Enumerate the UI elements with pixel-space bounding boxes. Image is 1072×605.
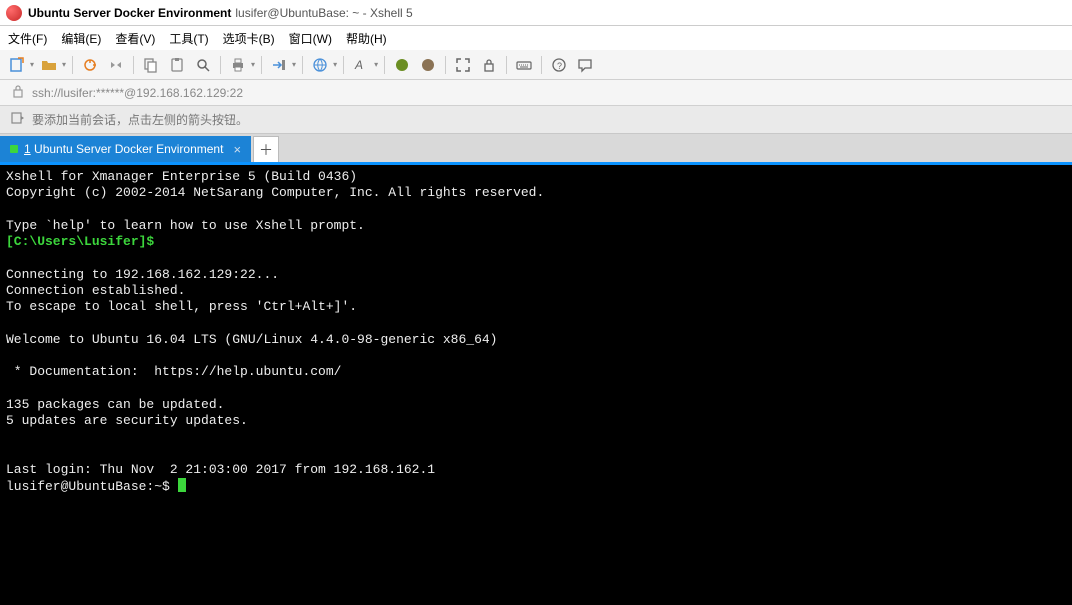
terminal[interactable]: Xshell for Xmanager Enterprise 5 (Build … (0, 165, 1072, 605)
close-tab-icon[interactable]: × (233, 142, 241, 157)
new-session-button[interactable] (6, 54, 28, 76)
term-line: * Documentation: https://help.ubuntu.com… (6, 364, 341, 379)
disconnect-button[interactable] (105, 54, 127, 76)
keyboard-button[interactable] (513, 54, 535, 76)
term-line: Connection established. (6, 283, 185, 298)
svg-text:A: A (354, 58, 363, 72)
menu-help[interactable]: 帮助(H) (346, 30, 387, 47)
term-line: Xshell for Xmanager Enterprise 5 (Build … (6, 169, 357, 184)
separator (384, 56, 385, 74)
help-button[interactable]: ? (548, 54, 570, 76)
tab-label: 1 Ubuntu Server Docker Environment (24, 142, 223, 156)
window-title-session: Ubuntu Server Docker Environment (28, 6, 231, 20)
separator (220, 56, 221, 74)
tab-strip: 1 Ubuntu Server Docker Environment × ＋ (0, 134, 1072, 162)
status-dot-icon (10, 145, 18, 153)
window-title-host: lusifer@UbuntuBase: ~ - Xshell 5 (235, 6, 412, 20)
term-prompt-remote: lusifer@UbuntuBase:~$ (6, 479, 178, 494)
font-button[interactable]: A (350, 54, 372, 76)
add-session-icon[interactable] (10, 110, 26, 129)
dropdown-icon[interactable]: ▾ (62, 60, 66, 69)
print-button[interactable] (227, 54, 249, 76)
separator (133, 56, 134, 74)
new-tab-button[interactable]: ＋ (253, 136, 279, 162)
term-line: Connecting to 192.168.162.129:22... (6, 267, 279, 282)
address-bar: ssh://lusifer:******@192.168.162.129:22 (0, 80, 1072, 106)
open-button[interactable] (38, 54, 60, 76)
dropdown-icon[interactable]: ▾ (30, 60, 34, 69)
menu-view[interactable]: 查看(V) (115, 30, 155, 47)
fullscreen-button[interactable] (452, 54, 474, 76)
term-line: 5 updates are security updates. (6, 413, 248, 428)
transfer-button[interactable] (268, 54, 290, 76)
term-line: Copyright (c) 2002-2014 NetSarang Comput… (6, 185, 544, 200)
menu-file[interactable]: 文件(F) (8, 30, 47, 47)
chat-button[interactable] (574, 54, 596, 76)
cursor-icon (178, 478, 186, 492)
reconnect-button[interactable] (79, 54, 101, 76)
title-bar: Ubuntu Server Docker Environment lusifer… (0, 0, 1072, 26)
lock-button[interactable] (478, 54, 500, 76)
separator (506, 56, 507, 74)
color2-button[interactable] (417, 54, 439, 76)
menu-tab[interactable]: 选项卡(B) (223, 30, 275, 47)
color1-button[interactable] (391, 54, 413, 76)
dropdown-icon[interactable]: ▾ (333, 60, 337, 69)
separator (541, 56, 542, 74)
address-text[interactable]: ssh://lusifer:******@192.168.162.129:22 (32, 86, 243, 100)
term-line: 135 packages can be updated. (6, 397, 224, 412)
term-line: Last login: Thu Nov 2 21:03:00 2017 from… (6, 462, 435, 477)
menu-edit[interactable]: 编辑(E) (61, 30, 101, 47)
separator (445, 56, 446, 74)
dropdown-icon[interactable]: ▾ (251, 60, 255, 69)
app-icon (6, 5, 22, 21)
menu-tool[interactable]: 工具(T) (169, 30, 208, 47)
dropdown-icon[interactable]: ▾ (374, 60, 378, 69)
separator (261, 56, 262, 74)
copy-button[interactable] (140, 54, 162, 76)
term-prompt-local: [C:\Users\Lusifer]$ (6, 234, 154, 249)
menu-bar: 文件(F) 编辑(E) 查看(V) 工具(T) 选项卡(B) 窗口(W) 帮助(… (0, 26, 1072, 50)
term-line: Welcome to Ubuntu 16.04 LTS (GNU/Linux 4… (6, 332, 497, 347)
dropdown-icon[interactable]: ▾ (292, 60, 296, 69)
menu-window[interactable]: 窗口(W) (289, 30, 332, 47)
svg-text:?: ? (557, 61, 562, 71)
paste-button[interactable] (166, 54, 188, 76)
separator (302, 56, 303, 74)
term-line: To escape to local shell, press 'Ctrl+Al… (6, 299, 357, 314)
separator (72, 56, 73, 74)
search-button[interactable] (192, 54, 214, 76)
session-tab[interactable]: 1 Ubuntu Server Docker Environment × (0, 136, 251, 162)
term-line: Type `help' to learn how to use Xshell p… (6, 218, 365, 233)
toolbar: ▾ ▾ ▾ ▾ ▾ A ▾ ? (0, 50, 1072, 80)
lock-icon (10, 83, 26, 102)
hint-text: 要添加当前会话，点击左侧的箭头按钮。 (32, 111, 248, 128)
hint-bar: 要添加当前会话，点击左侧的箭头按钮。 (0, 106, 1072, 134)
globe-button[interactable] (309, 54, 331, 76)
separator (343, 56, 344, 74)
